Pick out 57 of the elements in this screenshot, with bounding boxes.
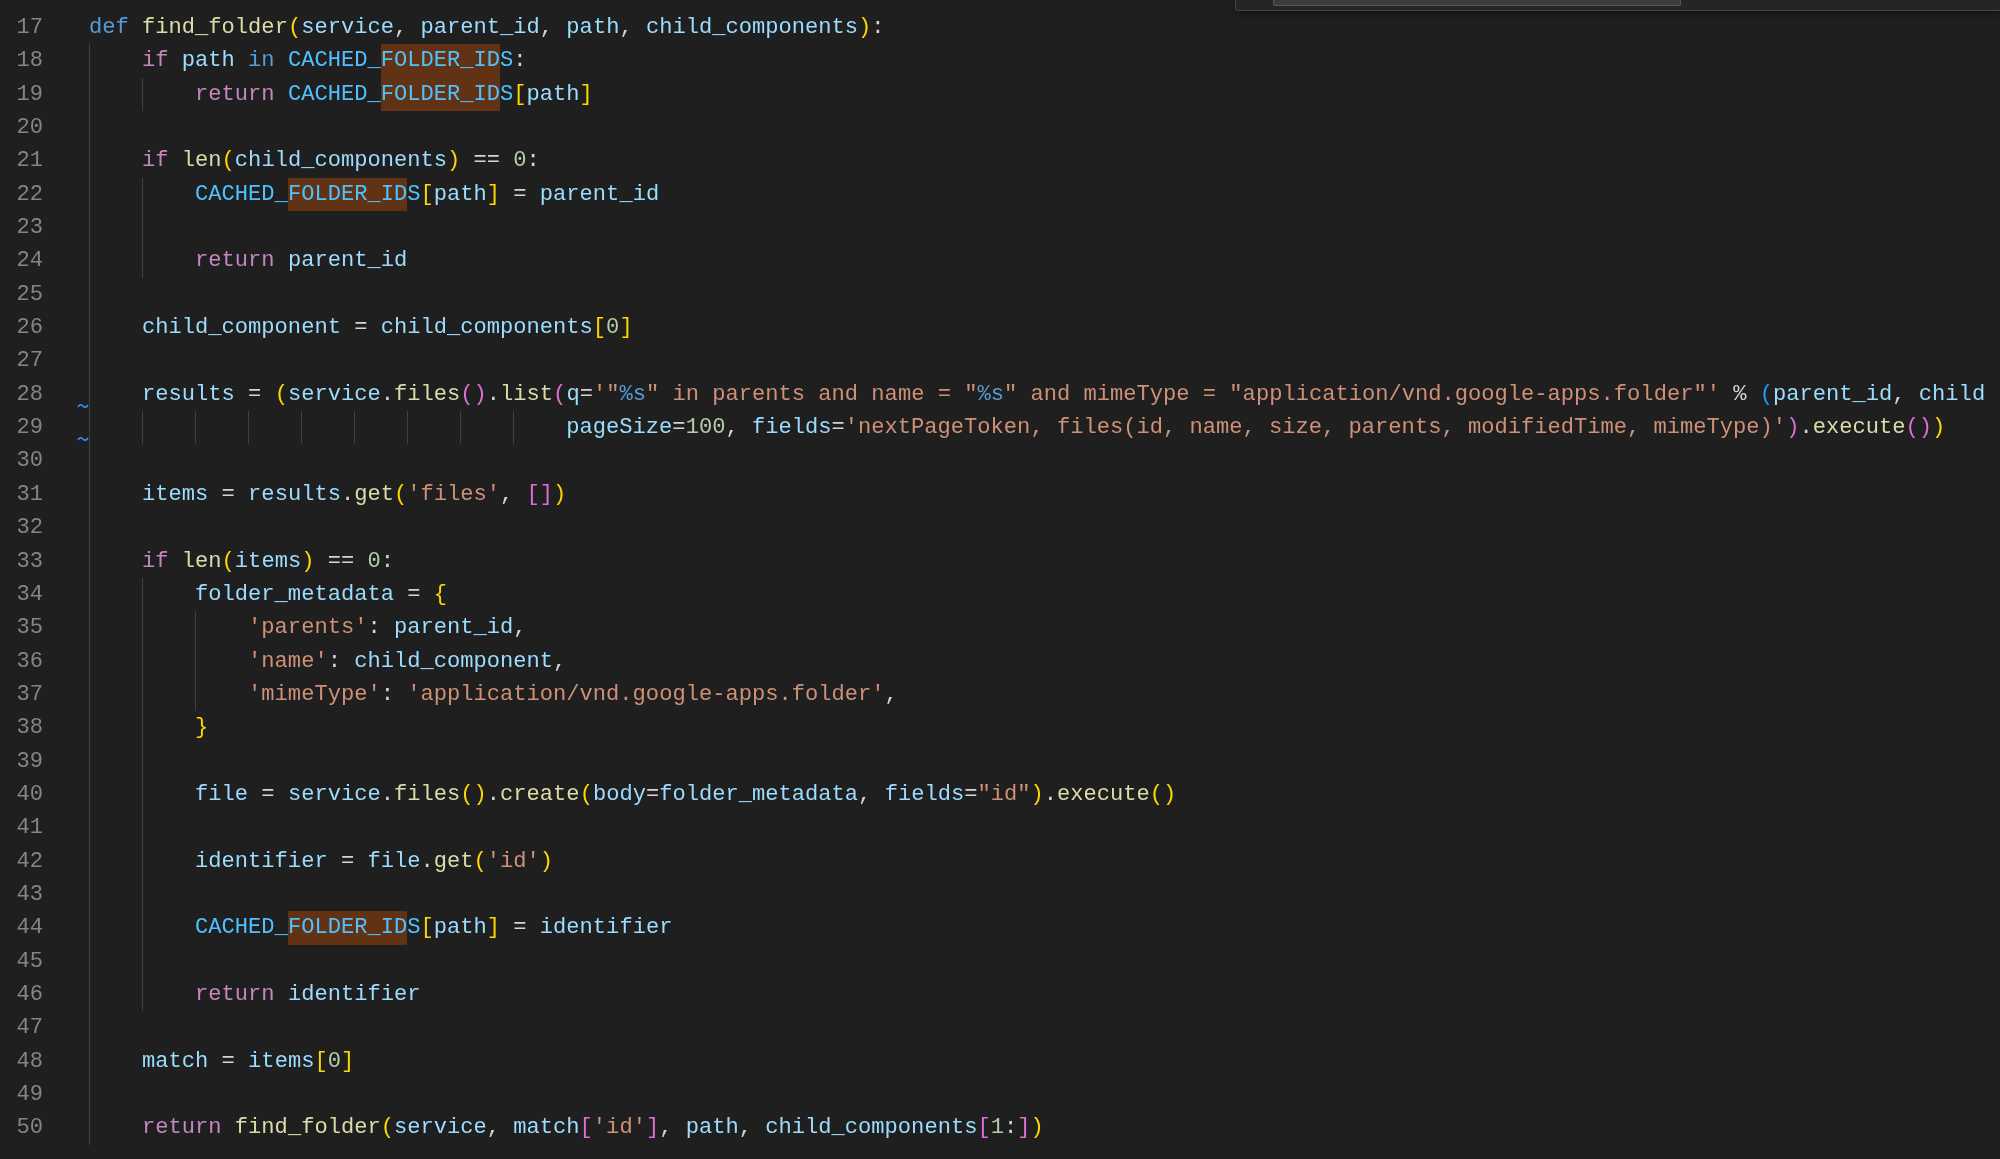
- code-line: CACHED_FOLDER_IDS[path] = parent_id: [89, 177, 660, 212]
- code-line: match = items[0]: [89, 1044, 355, 1078]
- code-line: return CACHED_FOLDER_IDS[path]: [89, 77, 593, 112]
- code-line: 'parents': parent_id,: [89, 611, 527, 645]
- line-number: 34: [15, 580, 43, 609]
- code-line: items = results.get('files', []): [89, 477, 567, 512]
- line-number: 23: [15, 214, 43, 243]
- line-number: 30: [15, 447, 43, 476]
- code-line: if len(items) == 0:: [89, 544, 394, 578]
- line-number: 29: [15, 414, 43, 443]
- line-number: 39: [15, 747, 43, 776]
- code-line: if len(child_components) == 0:: [89, 144, 540, 178]
- line-number: 20: [15, 114, 43, 143]
- code-line: results = (service.files().list(q='"%s" in parents and name = "%s" and mimeType = "application/vnd.google-apps.folder"' % (parent_id, child: [89, 377, 1986, 412]
- code-line: identifier = file.get('id'): [89, 844, 554, 878]
- code-line: child_component = child_components[0]: [89, 311, 633, 345]
- line-number: 41: [15, 814, 43, 843]
- code-line: file = service.files().create(body=folder_metadata, fields="id").execute(): [89, 777, 1177, 812]
- find-input-field[interactable]: [1273, 0, 1681, 6]
- line-number: 43: [15, 880, 43, 909]
- code-line: }: [89, 711, 209, 745]
- code-line: 'name': child_component,: [89, 644, 567, 678]
- code-line: folder_metadata = {: [89, 577, 447, 612]
- line-number: 19: [15, 80, 43, 109]
- code-line: return find_folder(service, match['id'], path, child_components[1:]): [89, 1111, 1044, 1145]
- line-number: 18: [15, 47, 43, 76]
- line-number: 26: [15, 314, 43, 343]
- line-number: 36: [15, 647, 43, 676]
- code-line: return parent_id: [89, 244, 408, 278]
- code-line: pageSize=100, fields='nextPageToken, files(id, name, size, parents, modifiedTime, mimeType)').execute()): [89, 411, 1946, 445]
- line-number: 46: [15, 980, 43, 1009]
- line-number: 31: [15, 480, 43, 509]
- code-line: return identifier: [89, 977, 421, 1012]
- line-number: 33: [15, 547, 43, 576]
- line-number: 47: [15, 1014, 43, 1043]
- line-number: 28: [15, 380, 43, 409]
- line-number: 50: [15, 1114, 43, 1143]
- line-number: 49: [15, 1081, 43, 1109]
- line-number: 40: [15, 780, 43, 809]
- line-number: 25: [15, 280, 43, 309]
- line-number: 35: [15, 614, 43, 643]
- line-number: 45: [15, 947, 43, 976]
- line-number: 37: [15, 680, 43, 709]
- line-number: 22: [15, 180, 43, 209]
- line-number: 44: [15, 914, 43, 943]
- line-number: 42: [15, 847, 43, 876]
- code-line: CACHED_FOLDER_IDS[path] = identifier: [89, 911, 673, 945]
- code-line: if path in CACHED_FOLDER_IDS:: [89, 44, 527, 78]
- line-number: 27: [15, 347, 43, 376]
- line-number: 48: [15, 1047, 43, 1076]
- line-number: 38: [15, 714, 43, 743]
- code-line: 'mimeType': 'application/vnd.google-apps.folder',: [89, 677, 898, 712]
- line-number: 17: [15, 14, 43, 42]
- line-number: 24: [15, 247, 43, 276]
- line-number: 21: [15, 147, 43, 176]
- code-line: def find_folder(service, parent_id, path, child_components):: [89, 14, 885, 42]
- line-number: 32: [15, 514, 43, 543]
